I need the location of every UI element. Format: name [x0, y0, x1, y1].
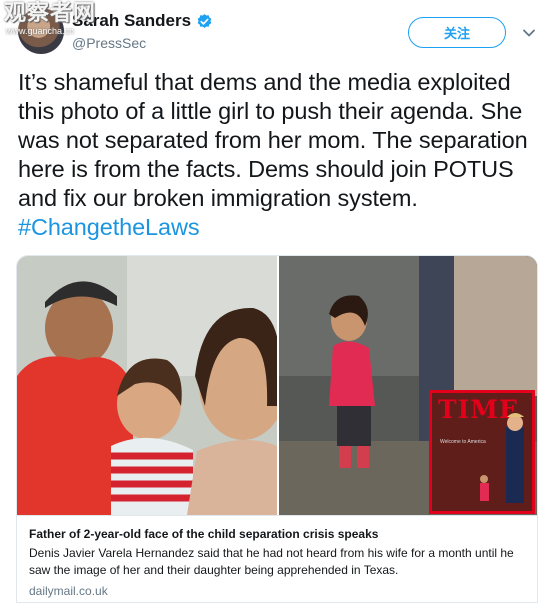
watermark-url: www.guancha.cn [6, 26, 75, 36]
chevron-down-icon[interactable] [520, 24, 538, 42]
watermark-text: 观察者网 [4, 1, 97, 26]
link-card[interactable]: TIME Welcome to America Father of 2-year… [16, 255, 538, 603]
time-magazine-cover: TIME Welcome to America [429, 390, 535, 514]
tweet-body: It’s shameful that dems and the media ex… [18, 69, 528, 211]
tweet-text: It’s shameful that dems and the media ex… [18, 68, 538, 242]
card-body: Father of 2-year-old face of the child s… [17, 515, 537, 602]
card-domain[interactable]: dailymail.co.uk [29, 584, 527, 598]
card-description: Denis Javier Varela Hernandez said that … [29, 546, 514, 577]
card-image-family-photo [17, 256, 277, 515]
watermark: 观察者网 www.guancha.cn [4, 1, 97, 37]
verified-badge-icon [196, 13, 213, 30]
user-handle[interactable]: @PressSec [72, 35, 146, 51]
hashtag-link[interactable]: #ChangetheLaws [18, 214, 200, 240]
card-title[interactable]: Father of 2-year-old face of the child s… [29, 526, 527, 542]
card-image-border-photo: TIME Welcome to America [279, 256, 537, 515]
follow-button[interactable]: 关注 [408, 17, 506, 48]
